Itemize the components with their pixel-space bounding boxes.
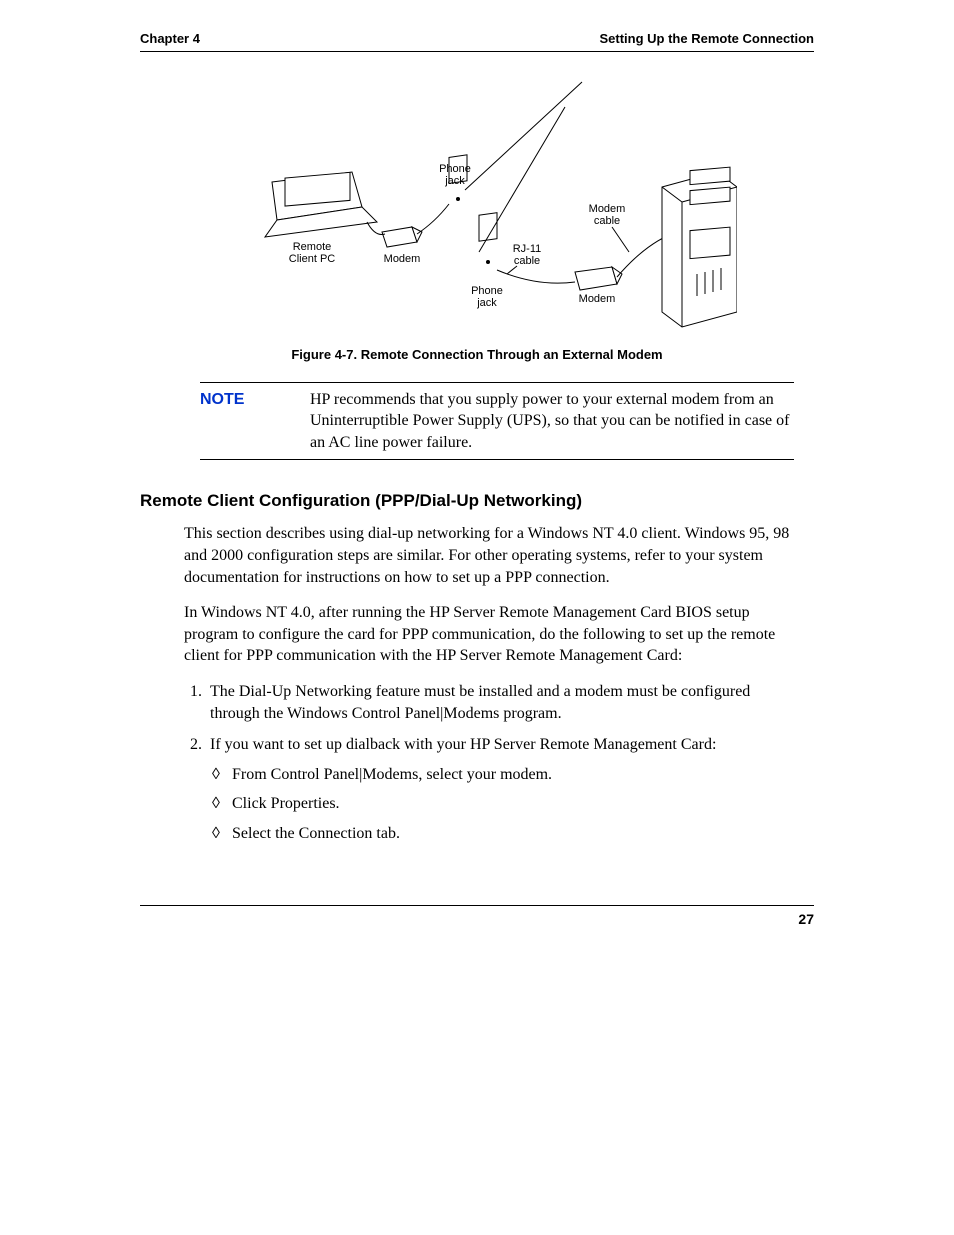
label-phone-jack-bottom-2: jack [476, 297, 497, 309]
modem-right-icon [575, 267, 622, 290]
note-block: NOTE HP recommends that you supply power… [200, 382, 794, 461]
figure-caption: Figure 4-7. Remote Connection Through an… [217, 346, 737, 364]
step-1: The Dial-Up Networking feature must be i… [206, 681, 794, 724]
label-phone-jack-top-2: jack [444, 175, 465, 187]
phone-line-top [465, 82, 582, 190]
label-phone-jack-top-1: Phone [439, 163, 471, 175]
modem-left-icon [382, 227, 422, 247]
label-modem-right: Modem [579, 293, 616, 305]
paragraph-1: This section describes using dial-up net… [184, 523, 794, 588]
cable-3 [497, 270, 575, 283]
paragraph-2: In Windows NT 4.0, after running the HP … [184, 602, 794, 667]
label-remote-client-2: Client PC [289, 253, 336, 265]
note-label: NOTE [200, 389, 310, 454]
label-remote-client-1: Remote [293, 241, 332, 253]
header-right: Setting Up the Remote Connection [600, 30, 815, 48]
header-left: Chapter 4 [140, 30, 200, 48]
note-text: HP recommends that you supply power to y… [310, 389, 794, 454]
label-rj11-2: cable [514, 255, 540, 267]
modem-cable-pointer [612, 227, 629, 252]
step-2: If you want to set up dialback with your… [206, 734, 794, 844]
label-phone-jack-bottom-1: Phone [471, 285, 503, 297]
label-rj11-1: RJ-11 [513, 243, 542, 255]
step-2-text: If you want to set up dialback with your… [210, 736, 716, 753]
phone-jack-bottom-icon [479, 212, 497, 263]
figure-4-7: Remote Client PC Modem Phone jack Phone … [217, 72, 737, 364]
label-modem-cable-2: cable [594, 215, 620, 227]
page-footer: 27 [140, 905, 814, 929]
step-2c: Select the Connection tab. [232, 823, 794, 845]
label-modem-cable-1: Modem [589, 203, 626, 215]
server-icon [662, 167, 737, 327]
steps-list: The Dial-Up Networking feature must be i… [184, 681, 794, 845]
phone-line-bottom [479, 107, 565, 252]
section-heading: Remote Client Configuration (PPP/Dial-Up… [140, 490, 814, 513]
rj11-pointer [507, 266, 517, 274]
label-modem-left: Modem [384, 253, 421, 265]
laptop-icon [265, 172, 377, 237]
page-number: 27 [798, 911, 814, 927]
page-header: Chapter 4 Setting Up the Remote Connecti… [140, 30, 814, 52]
step-2a: From Control Panel|Modems, select your m… [232, 764, 794, 786]
cable-2 [417, 204, 449, 234]
step-2b: Click Properties. [232, 793, 794, 815]
step-2-sublist: From Control Panel|Modems, select your m… [210, 764, 794, 845]
figure-diagram: Remote Client PC Modem Phone jack Phone … [217, 72, 737, 332]
